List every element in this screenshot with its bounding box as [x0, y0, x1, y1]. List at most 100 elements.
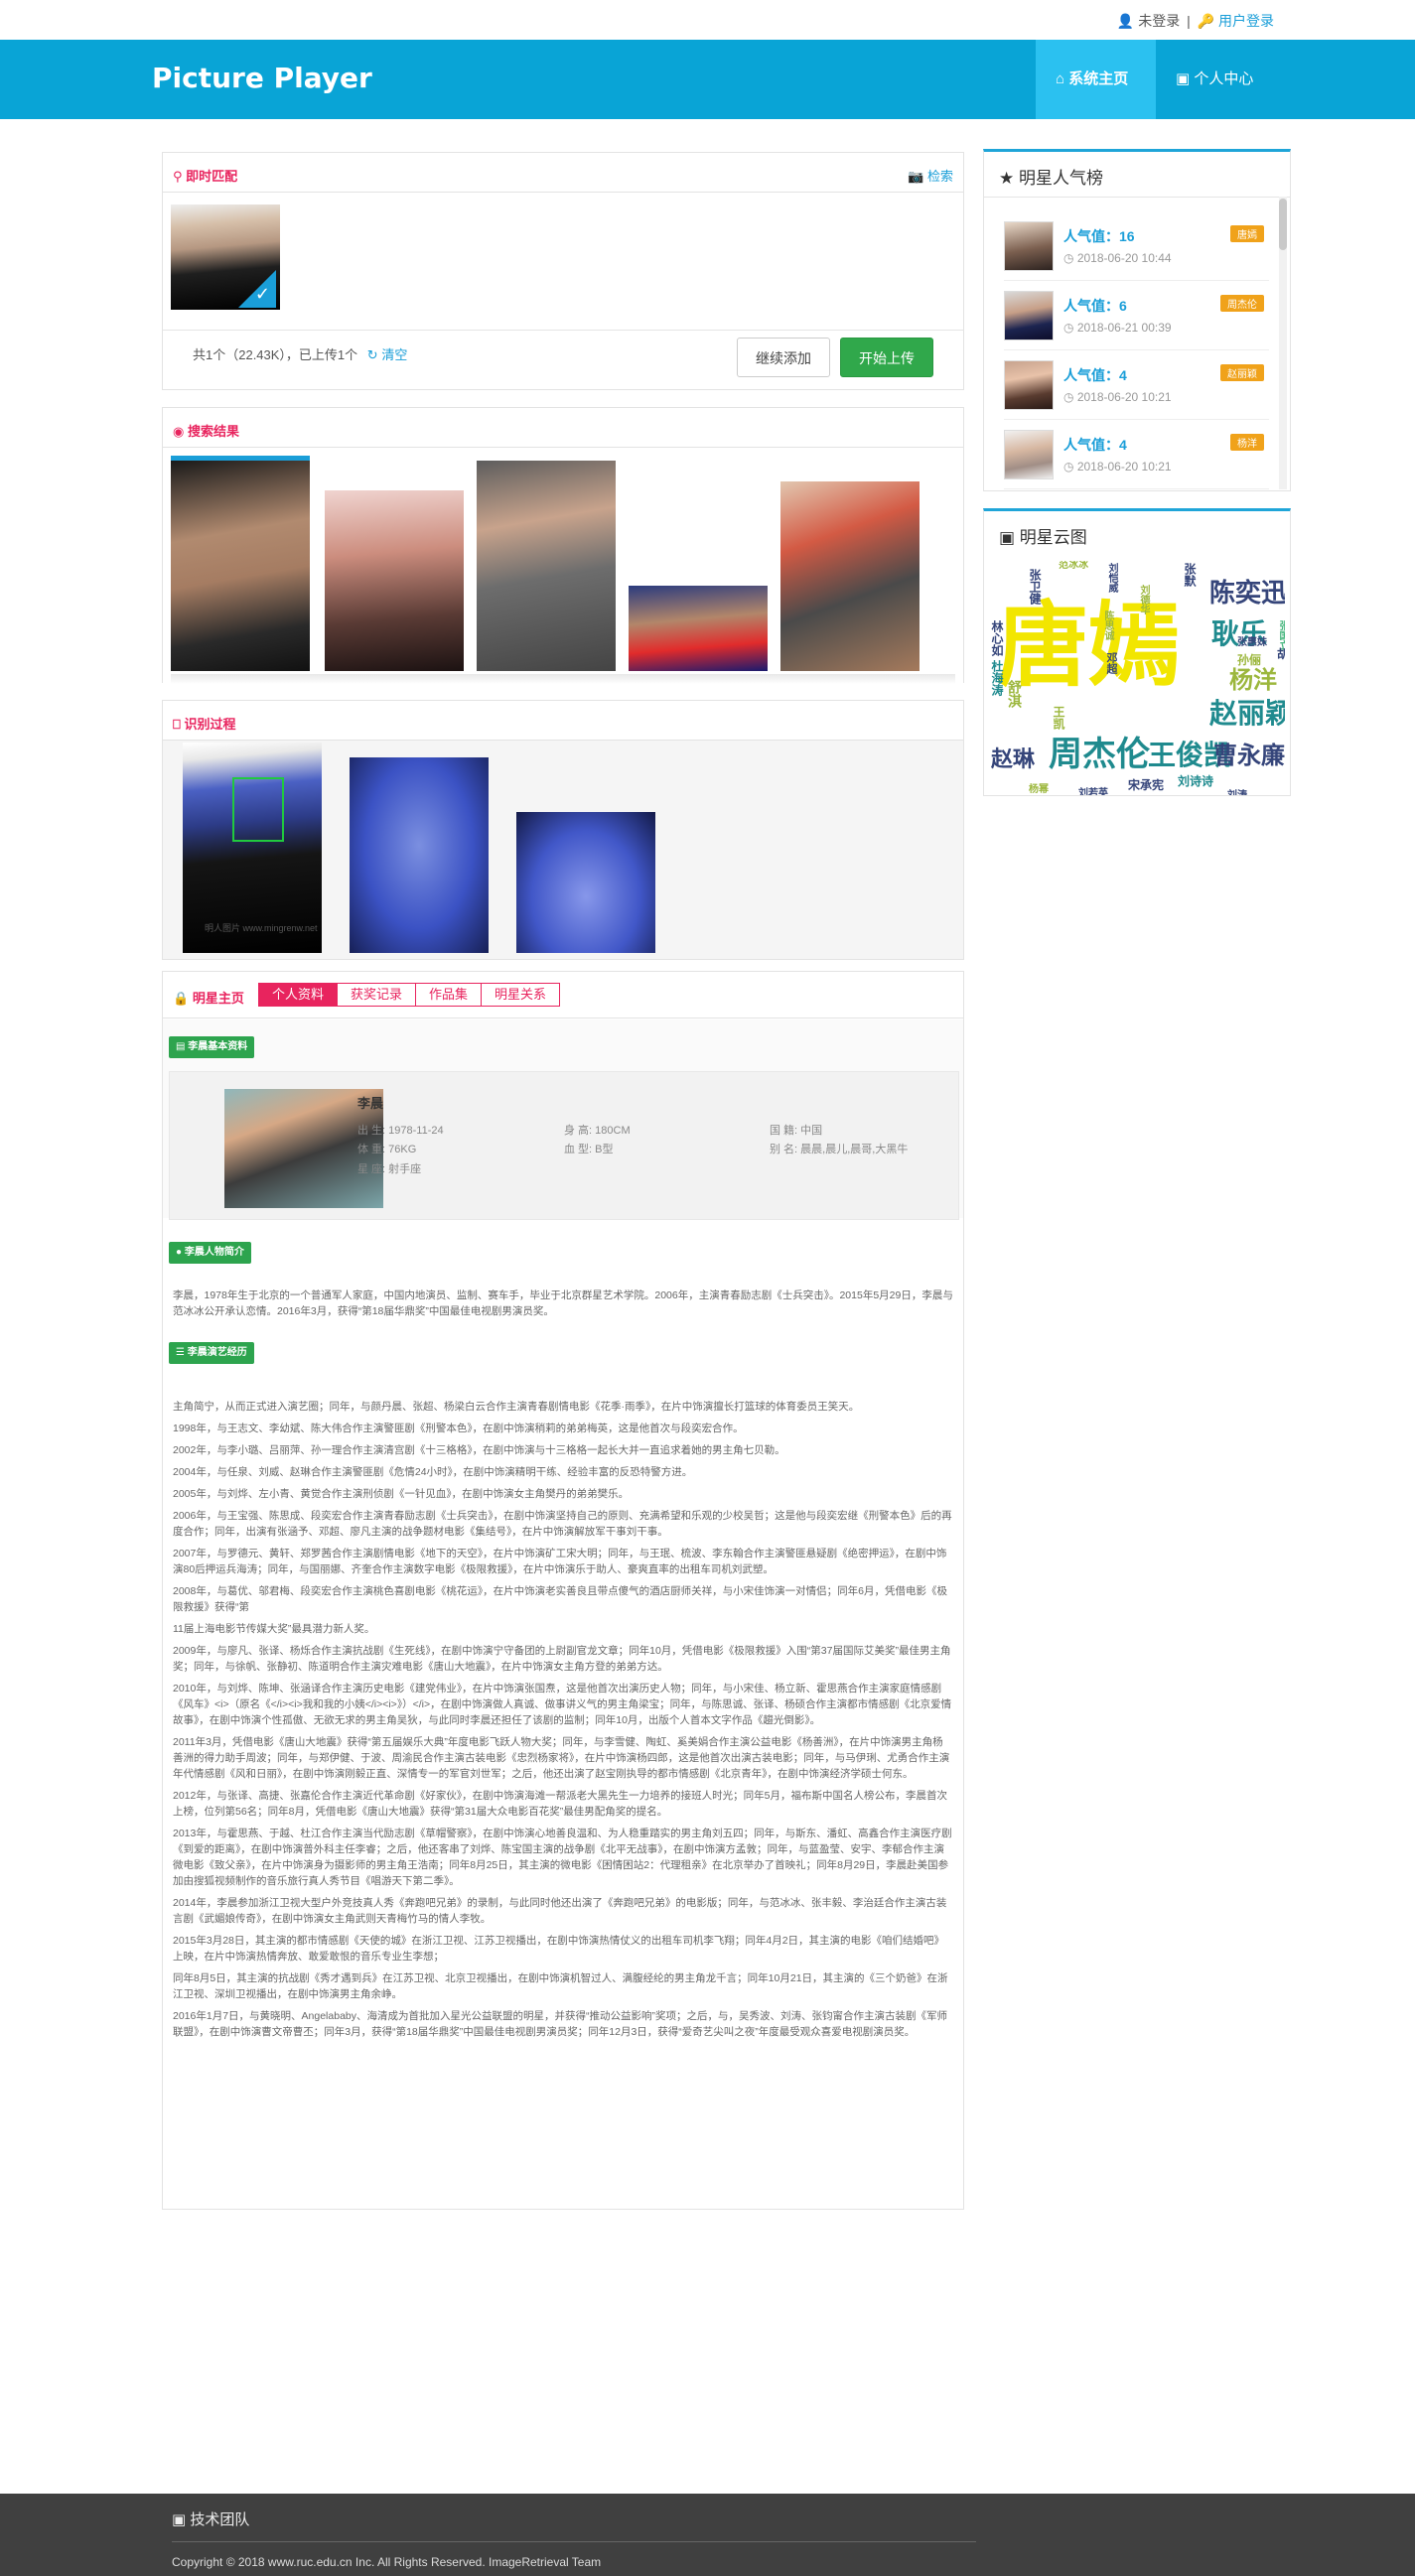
cloud-word[interactable]: 陈奕迅	[1209, 581, 1285, 607]
nav-home-label: 系统主页	[1068, 70, 1129, 87]
cloud-word[interactable]: 杨幂	[1029, 785, 1049, 795]
result-image-4[interactable]	[629, 586, 768, 671]
result-image-1[interactable]	[171, 461, 310, 671]
career-paragraph: 2008年，与葛优、邬君梅、段奕宏合作主演桃色喜剧电影《桃花运》，在片中饰演老实…	[173, 1585, 947, 1613]
clear-link-label: 清空	[381, 347, 408, 362]
clear-link[interactable]: ↻ 清空	[367, 347, 408, 362]
cloud-word[interactable]: 刘若英	[1078, 789, 1108, 796]
login-link[interactable]: 用户登录	[1218, 11, 1274, 31]
result-image-2[interactable]	[325, 490, 464, 671]
briefcase-icon: ▣	[1176, 70, 1191, 87]
word-cloud-title: 明星云图	[1019, 528, 1087, 547]
cloud-word[interactable]: 孙俪	[1237, 654, 1261, 666]
ranking-avatar	[1004, 221, 1054, 271]
tab-works[interactable]: 作品集	[415, 983, 483, 1007]
star-sign: 星 座: 射手座	[357, 1163, 422, 1175]
camera-icon: 📷	[908, 169, 924, 184]
search-icon: ⚲	[173, 169, 183, 184]
instant-match-title: 即时匹配	[186, 169, 238, 184]
career-paragraph: 2005年，与刘烨、左小青、黄觉合作主演刑侦剧《一针见血》，在剧中饰演女主角樊丹…	[173, 1488, 630, 1500]
career-paragraph: 2016年1月7日，与黄晓明、Angelababy、海清成为首批加入星光公益联盟…	[173, 2010, 947, 2038]
cloud-word[interactable]: 赵丽颖	[1209, 700, 1285, 728]
nav-personal-label: 个人中心	[1194, 70, 1254, 87]
process-detect-image: 明人图片 www.mingrenw.net	[183, 743, 322, 953]
star-homepage-panel: 🔒 明星主页 个人资料 获奖记录 作品集 明星关系 ▤ 李晨基本资料 李晨 出 …	[162, 971, 964, 2210]
cloud-word[interactable]: 王凯	[1052, 706, 1065, 730]
popularity-panel: ★ 明星人气榜 人气值：16 ◷ 2018-06-20 10:44 唐嫣 人气值…	[983, 149, 1291, 491]
star-icon: ★	[999, 169, 1015, 188]
ranking-item-2[interactable]: 人气值：6 ◷ 2018-06-21 00:39 周杰伦	[1004, 281, 1269, 350]
instant-match-panel: ⚲ 即时匹配 📷 检索 ✓ 共1个（22.43K），已上传1个 ↻ 清空 继续添…	[162, 152, 964, 390]
nav-personal[interactable]: ▣ 个人中心	[1156, 40, 1283, 119]
ranking-item-4[interactable]: 人气值：4 ◷ 2018-06-20 10:21 杨洋	[1004, 420, 1269, 489]
results-shadow	[171, 674, 955, 684]
cloud-word[interactable]: 邓超	[1105, 652, 1118, 674]
cloud-word[interactable]: 范冰冰	[1059, 561, 1088, 571]
ranking-item-3[interactable]: 人气值：4 ◷ 2018-06-20 10:21 赵丽颖	[1004, 350, 1269, 420]
top-bar: 👤 未登录 | 🔑 用户登录	[0, 0, 1415, 40]
cloud-word[interactable]: 刘德华	[1138, 585, 1149, 614]
brand-logo[interactable]: Picture Player	[152, 62, 372, 94]
start-upload-button[interactable]: 开始上传	[840, 338, 933, 377]
word-cloud-header: ▣ 明星云图	[999, 523, 1087, 548]
cloud-word[interactable]: 曹永廉	[1213, 744, 1285, 767]
cloud-word[interactable]: 张默	[1183, 563, 1197, 587]
career-paragraph: 2007年，与罗德元、黄轩、郑罗茜合作主演剧情电影《地下的天空》，在片中饰演矿工…	[173, 1548, 947, 1575]
face-box	[232, 777, 284, 842]
cloud-word[interactable]: 胡歌	[1277, 648, 1285, 660]
cloud-word[interactable]: 刘涛	[1227, 791, 1247, 796]
ranking-popularity: 人气值：16	[1063, 228, 1135, 244]
career-paragraph: 2009年，与廖凡、张译、杨烁合作主演抗战剧《生死线》，在剧中饰演宁守备团的上尉…	[173, 1645, 951, 1673]
key-icon: 🔑	[1197, 13, 1215, 29]
intro-tag: ● 李晨人物简介	[169, 1242, 251, 1264]
clock-icon: ◷	[1063, 251, 1077, 265]
ranking-popularity: 人气值：6	[1063, 298, 1127, 314]
cloud-word[interactable]: 宋承宪	[1128, 779, 1164, 791]
career-paragraph: 2015年3月28日，其主演的都市情感剧《天使的城》在浙江卫视、江苏卫视播出，在…	[173, 1935, 945, 1963]
refresh-icon: ↻	[366, 347, 378, 362]
continue-add-button[interactable]: 继续添加	[737, 338, 830, 377]
search-link[interactable]: 📷 检索	[908, 166, 953, 185]
cloud-word[interactable]: 张惠妹	[1237, 638, 1267, 648]
tab-relations[interactable]: 明星关系	[481, 983, 561, 1007]
ranking-scrollbar[interactable]	[1279, 197, 1287, 489]
tab-profile[interactable]: 个人资料	[258, 983, 339, 1007]
star-birth: 出 生: 1978-11-24	[357, 1125, 444, 1137]
cloud-word[interactable]: 刘恺威	[1106, 563, 1117, 593]
dashboard-icon: ◉	[173, 424, 185, 439]
uploaded-image[interactable]: ✓	[171, 204, 280, 310]
cloud-word[interactable]: 赵琳	[991, 749, 1035, 771]
cloud-word[interactable]: 陈思诚	[1102, 610, 1113, 640]
tab-awards[interactable]: 获奖记录	[337, 983, 417, 1007]
cloud-word[interactable]: 舒淇	[1006, 680, 1022, 708]
ranking-item-1[interactable]: 人气值：16 ◷ 2018-06-20 10:44 唐嫣	[1004, 211, 1269, 281]
scrollbar-thumb[interactable]	[1279, 199, 1287, 250]
result-image-5[interactable]	[780, 481, 920, 671]
search-link-label: 检索	[926, 169, 953, 184]
star-name: 李晨	[357, 1096, 384, 1111]
cloud-word[interactable]: 唐嫣	[997, 601, 1180, 692]
career-tag: ☰ 李晨演艺经历	[169, 1342, 254, 1364]
image-icon: ▣	[999, 528, 1016, 547]
cloud-word[interactable]: 周杰伦	[1049, 738, 1150, 771]
career-paragraph: 11届上海电影节传媒大奖”最具潜力新人奖。	[173, 1623, 375, 1635]
cloud-word[interactable]: 林心如	[990, 620, 1004, 656]
cloud-word[interactable]: 杨洋	[1229, 668, 1277, 692]
lock-icon: 🔒	[173, 991, 190, 1006]
career-paragraph: 同年8月5日，其主演的抗战剧《秀才遇到兵》在江苏卫视、北京卫视播出，在剧中饰演机…	[173, 1972, 948, 2000]
process-face-aligned	[516, 812, 655, 953]
cloud-word[interactable]: 刘诗诗	[1178, 775, 1213, 787]
ranking-badge: 赵丽颖	[1220, 364, 1264, 381]
result-image-3[interactable]	[477, 461, 616, 671]
cloud-word[interactable]: 杜海涛	[990, 660, 1004, 696]
popularity-title: 明星人气榜	[1018, 169, 1103, 188]
star-intro: 李晨，1978年生于北京的一个普通军人家庭，中国内地演员、监制、赛车手，毕业于北…	[173, 1289, 953, 1317]
footer-team: ▣ 技术团队	[172, 2508, 249, 2529]
cloud-word[interactable]: 张国立	[1277, 620, 1285, 650]
career-paragraph: 2011年3月，凭借电影《唐山大地震》获得“第五届娱乐大典”年度电影飞跃人物大奖…	[173, 1736, 950, 1780]
cloud-word[interactable]: 张卫健	[1028, 569, 1042, 605]
career-paragraph: 2006年，与王宝强、陈思成、段奕宏合作主演青春励志剧《士兵突击》，在剧中饰演坚…	[173, 1510, 952, 1538]
search-results-header: ◉ 搜索结果	[163, 408, 963, 448]
career-paragraph: 1998年，与王志文、李幼斌、陈大伟合作主演警匪剧《刑警本色》，在剧中饰演稍莉的…	[173, 1423, 744, 1434]
nav-home[interactable]: ⌂ 系统主页	[1036, 40, 1156, 119]
